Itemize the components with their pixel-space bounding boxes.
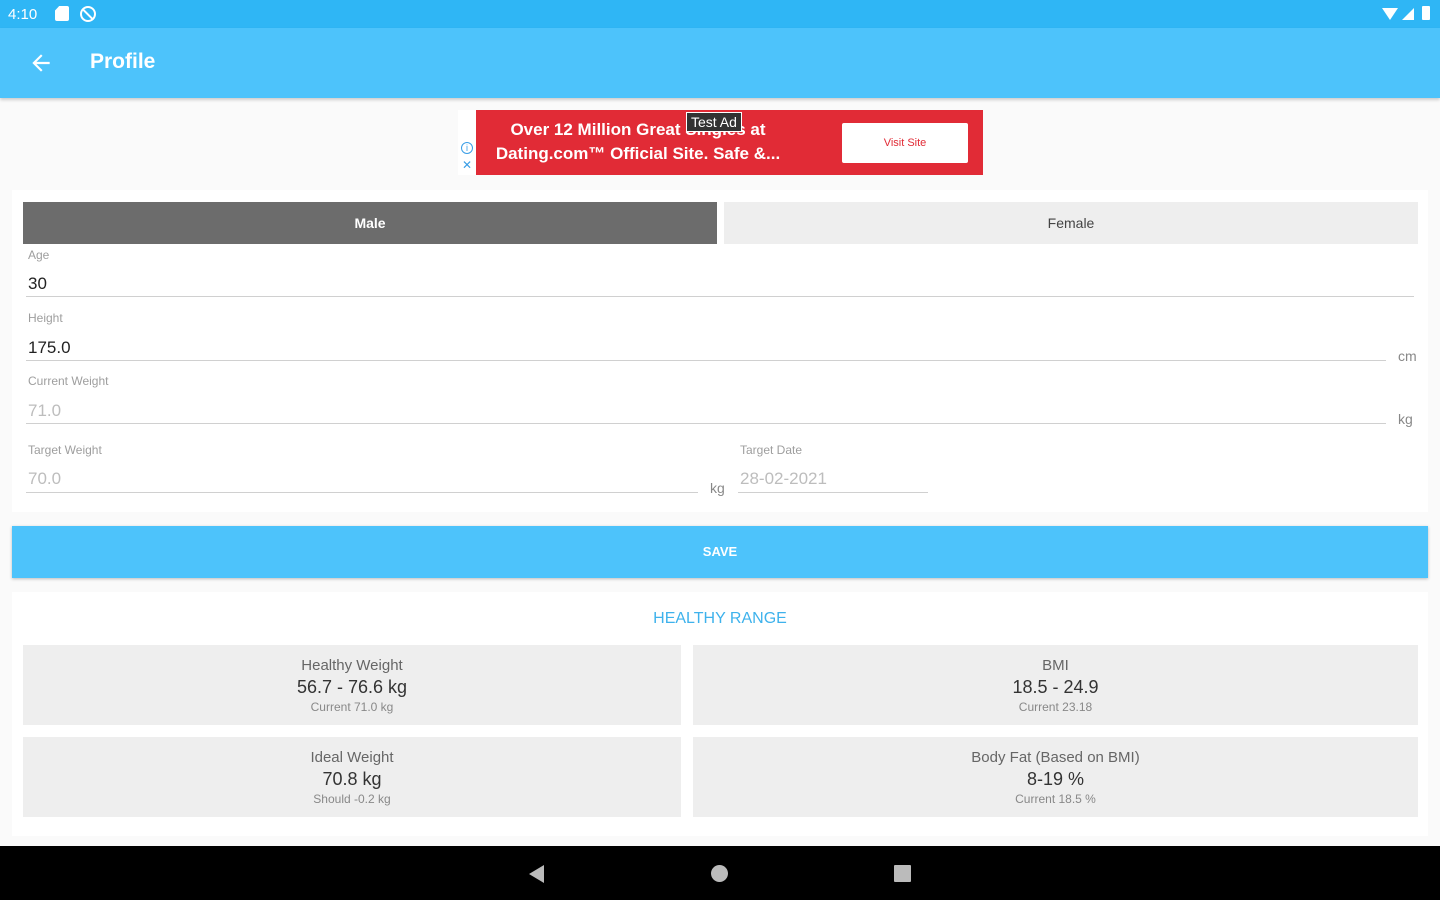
tile-value: 56.7 - 76.6 kg [296, 677, 408, 697]
ad-headline-1: Over 12 Million Great Singles at [510, 120, 766, 139]
height-label: Height [28, 311, 63, 325]
tile-subtext: Current 18.5 % [1015, 792, 1096, 806]
tile-subtext: Current 23.18 [1018, 700, 1093, 714]
tile-label: Body Fat (Based on BMI) [971, 749, 1140, 766]
ad-close-icon[interactable]: ✕ [462, 158, 472, 172]
height-unit: cm [1398, 348, 1417, 364]
target-weight-underline [26, 492, 698, 493]
tile-value: 8-19 % [1026, 769, 1085, 789]
test-ad-badge: Test Ad [686, 112, 742, 132]
wifi-icon [1382, 8, 1398, 20]
target-date-underline [738, 492, 928, 493]
age-underline [26, 296, 1414, 297]
height-underline [26, 360, 1386, 361]
current-weight-underline [26, 423, 1386, 424]
cell-signal-icon [1402, 8, 1414, 20]
tile-subtext: Current 71.0 kg [310, 700, 394, 714]
status-bar: 4:10 [0, 0, 1440, 28]
bmi-tile: BMI 18.5 - 24.9 Current 23.18 [693, 645, 1418, 725]
system-nav-bar [0, 846, 1440, 900]
nav-home-icon[interactable] [711, 865, 728, 882]
ad-banner[interactable]: i ✕ Over 12 Million Great Singles at Dat… [458, 110, 983, 175]
tile-label: BMI [1042, 657, 1069, 674]
tile-subtext: Should -0.2 kg [313, 792, 391, 806]
ideal-weight-tile: Ideal Weight 70.8 kg Should -0.2 kg [23, 737, 681, 817]
status-time: 4:10 [8, 6, 38, 23]
back-arrow-icon[interactable] [28, 50, 54, 76]
ad-headline-2: Dating.com™ Official Site. Safe &... [495, 144, 781, 163]
visit-site-button[interactable]: Visit Site [842, 123, 968, 163]
target-date-label: Target Date [740, 443, 803, 457]
target-weight-unit: kg [710, 480, 725, 496]
tile-label: Ideal Weight [310, 749, 394, 766]
tile-value: 70.8 kg [322, 769, 382, 789]
healthy-weight-tile: Healthy Weight 56.7 - 76.6 kg Current 71… [23, 645, 681, 725]
ad-choices[interactable]: i ✕ [458, 110, 476, 175]
app-bar: Profile [0, 28, 1440, 98]
body-fat-tile: Body Fat (Based on BMI) 8-19 % Current 1… [693, 737, 1418, 817]
nav-recents-icon[interactable] [894, 865, 911, 882]
save-button[interactable]: SAVE [12, 526, 1428, 578]
gender-male-toggle[interactable]: Male [23, 202, 717, 244]
sd-card-icon [55, 6, 69, 21]
age-label: Age [28, 248, 50, 262]
nav-back-icon[interactable] [529, 865, 544, 883]
battery-icon [1422, 6, 1430, 20]
age-input[interactable]: 30 [28, 274, 47, 294]
height-input[interactable]: 175.0 [28, 338, 71, 358]
current-weight-unit: kg [1398, 411, 1413, 427]
profile-form: Male Female Age 30 Height 175.0 cm Curre… [12, 190, 1428, 512]
tile-label: Healthy Weight [301, 657, 403, 674]
tile-value: 18.5 - 24.9 [1012, 677, 1099, 697]
page-title: Profile [90, 50, 156, 73]
target-weight-input[interactable]: 70.0 [28, 469, 61, 489]
healthy-range-panel: HEALTHY RANGE Healthy Weight 56.7 - 76.6… [12, 592, 1428, 836]
ad-info-icon[interactable]: i [461, 142, 473, 154]
target-date-input[interactable]: 28-02-2021 [740, 469, 827, 489]
current-weight-input[interactable]: 71.0 [28, 401, 61, 421]
current-weight-label: Current Weight [28, 374, 109, 388]
gender-female-toggle[interactable]: Female [724, 202, 1418, 244]
no-ads-icon [80, 6, 96, 22]
healthy-range-title: HEALTHY RANGE [653, 610, 787, 627]
target-weight-label: Target Weight [28, 443, 102, 457]
